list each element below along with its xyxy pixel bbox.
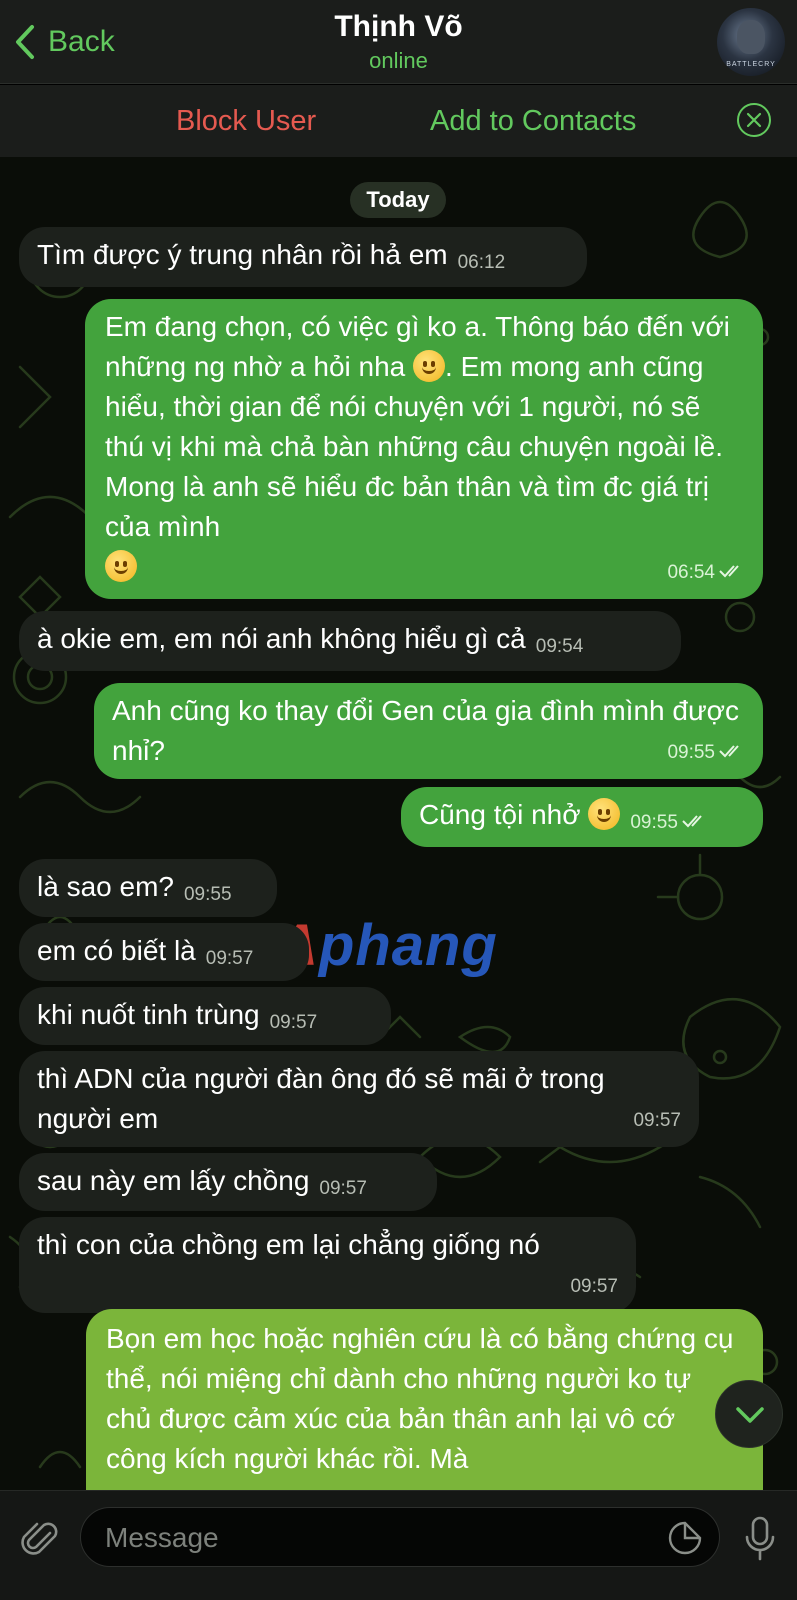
message-text: Bọn em học hoặc nghiên cứu là có bằng ch…: [106, 1323, 734, 1474]
message-time: 09:55: [630, 812, 678, 833]
message-text: Em đang chọn, có việc gì ko a. Thông báo…: [105, 311, 730, 582]
incoming-message[interactable]: à okie em, em nói anh không hiểu gì cả 09…: [19, 611, 681, 671]
outgoing-message[interactable]: Anh cũng ko thay đổi Gen của gia đình mì…: [94, 683, 763, 779]
watermark-logo: Aphang: [276, 912, 498, 979]
avatar-figure: [737, 20, 765, 54]
read-ticks-icon: [719, 744, 739, 758]
message-time: 06:12: [457, 252, 506, 273]
contact-status: online: [369, 48, 428, 73]
chat-header: Back Thịnh Võ online BATTLECRY: [0, 0, 797, 84]
message-time: 09:57: [633, 1110, 681, 1131]
incoming-message[interactable]: em có biết là 09:57: [19, 923, 309, 981]
smile-emoji: [105, 550, 137, 582]
message-time: 09:57: [269, 1012, 318, 1033]
message-time: 09:57: [570, 1276, 618, 1297]
contact-action-bar: Block User Add to Contacts: [0, 85, 797, 157]
avatar[interactable]: BATTLECRY: [717, 8, 785, 76]
message-placeholder: Message: [105, 1522, 219, 1553]
message-meta: 06:54: [667, 549, 745, 593]
pleading-face-emoji: [588, 798, 621, 830]
close-icon: [746, 112, 762, 128]
read-ticks-icon: [682, 814, 702, 828]
message-text: thì con của chồng em lại chẳng giống nó: [37, 1229, 540, 1260]
message-text: em có biết là: [37, 935, 196, 966]
message-text: sau này em lấy chồng: [37, 1165, 310, 1196]
scroll-to-bottom-button[interactable]: [715, 1380, 783, 1448]
outgoing-message[interactable]: Bọn em học hoặc nghiên cứu là có bằng ch…: [86, 1309, 763, 1490]
message-meta: 09:55: [667, 729, 745, 773]
incoming-message[interactable]: khi nuốt tinh trùng 09:57: [19, 987, 391, 1045]
message-meta: 09:55: [630, 803, 708, 834]
message-time: 09:57: [319, 1178, 367, 1199]
incoming-message[interactable]: thì con của chồng em lại chẳng giống nó …: [19, 1217, 636, 1313]
message-time: 09:57: [205, 948, 254, 969]
incoming-message[interactable]: là sao em? 09:55: [19, 859, 277, 917]
message-time: 06:54: [667, 562, 715, 583]
paperclip-icon[interactable]: [20, 1519, 60, 1559]
composer-bar: Message: [0, 1490, 797, 1600]
incoming-message[interactable]: Tìm được ý trung nhân rồi hả em 06:12: [19, 227, 587, 287]
sticker-icon[interactable]: [667, 1520, 703, 1556]
incoming-message[interactable]: sau này em lấy chồng 09:57: [19, 1153, 437, 1211]
message-time: 09:55: [667, 742, 715, 763]
outgoing-message[interactable]: Em đang chọn, có việc gì ko a. Thông báo…: [85, 299, 763, 599]
add-to-contacts-button[interactable]: Add to Contacts: [430, 105, 636, 138]
message-time: 09:54: [535, 636, 584, 657]
watermark-rest: phang: [318, 913, 498, 978]
date-chip: Today: [350, 182, 446, 218]
contact-name: Thịnh Võ: [334, 10, 463, 43]
message-list[interactable]: Today Tìm được ý trung nhân rồi hả em 06:…: [0, 157, 797, 1490]
message-input[interactable]: Message: [80, 1507, 720, 1567]
message-text: Tìm được ý trung nhân rồi hả em: [37, 239, 448, 270]
message-time: 09:55: [183, 884, 232, 905]
read-ticks-icon: [719, 564, 739, 578]
message-text: à okie em, em nói anh không hiểu gì cả: [37, 623, 526, 654]
incoming-message[interactable]: thì ADN của người đàn ông đó sẽ mãi ở tr…: [19, 1051, 699, 1147]
close-action-bar-button[interactable]: [737, 103, 771, 137]
message-text: khi nuốt tinh trùng: [37, 999, 260, 1030]
avatar-caption: BATTLECRY: [726, 61, 776, 68]
outgoing-message[interactable]: Cũng tội nhở 09:55: [401, 787, 763, 847]
message-text: Anh cũng ko thay đổi Gen của gia đình mì…: [112, 695, 740, 766]
slight-smile-emoji: [413, 350, 446, 382]
microphone-icon[interactable]: [743, 1515, 777, 1563]
chevron-down-icon: [736, 1407, 764, 1423]
message-text: Cũng tội nhở: [419, 798, 621, 830]
contact-info[interactable]: Thịnh Võ online: [0, 10, 797, 74]
block-user-button[interactable]: Block User: [176, 105, 316, 138]
message-text: thì ADN của người đàn ông đó sẽ mãi ở tr…: [37, 1063, 605, 1134]
message-text: là sao em?: [37, 871, 174, 902]
